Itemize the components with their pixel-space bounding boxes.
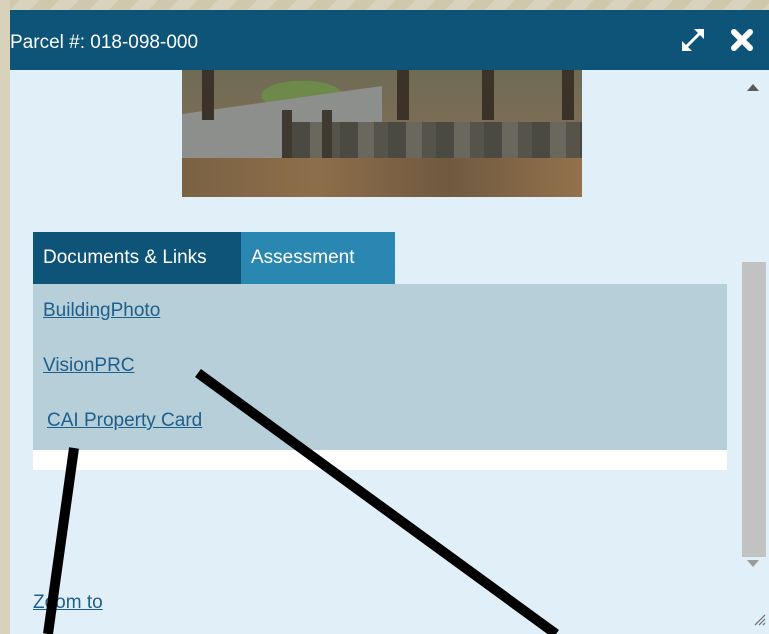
- cai-property-card-link[interactable]: CAI Property Card: [47, 410, 202, 432]
- tab-documents-links[interactable]: Documents & Links: [33, 232, 241, 284]
- scroll-down-icon[interactable]: [747, 560, 759, 567]
- parcel-photo: [182, 70, 582, 197]
- popup-titlebar: Parcel #: 018-098-000: [10, 10, 769, 70]
- tab-assessment[interactable]: Assessment: [241, 232, 395, 284]
- panel-footer: [33, 450, 727, 470]
- popup-content: Documents & Links Assessment BuildingPho…: [10, 70, 737, 634]
- expand-arrows-icon[interactable]: [677, 24, 709, 56]
- scroll-up-icon[interactable]: [747, 84, 759, 91]
- zoom-to-link[interactable]: Zoom to: [33, 592, 103, 614]
- close-x-icon[interactable]: [726, 24, 758, 56]
- scroll-thumb[interactable]: [742, 262, 766, 557]
- vision-prc-link[interactable]: VisionPRC: [43, 355, 135, 377]
- tab-bar: Documents & Links Assessment: [33, 232, 395, 284]
- building-photo-link[interactable]: BuildingPhoto: [43, 300, 160, 322]
- parcel-popup: Parcel #: 018-098-000 Documents & Links …: [10, 10, 769, 634]
- documents-panel: BuildingPhoto VisionPRC CAI Property Car…: [33, 284, 727, 450]
- popup-title: Parcel #: 018-098-000: [10, 32, 199, 53]
- resize-grip-icon[interactable]: [752, 612, 766, 626]
- vertical-scrollbar[interactable]: [737, 70, 769, 574]
